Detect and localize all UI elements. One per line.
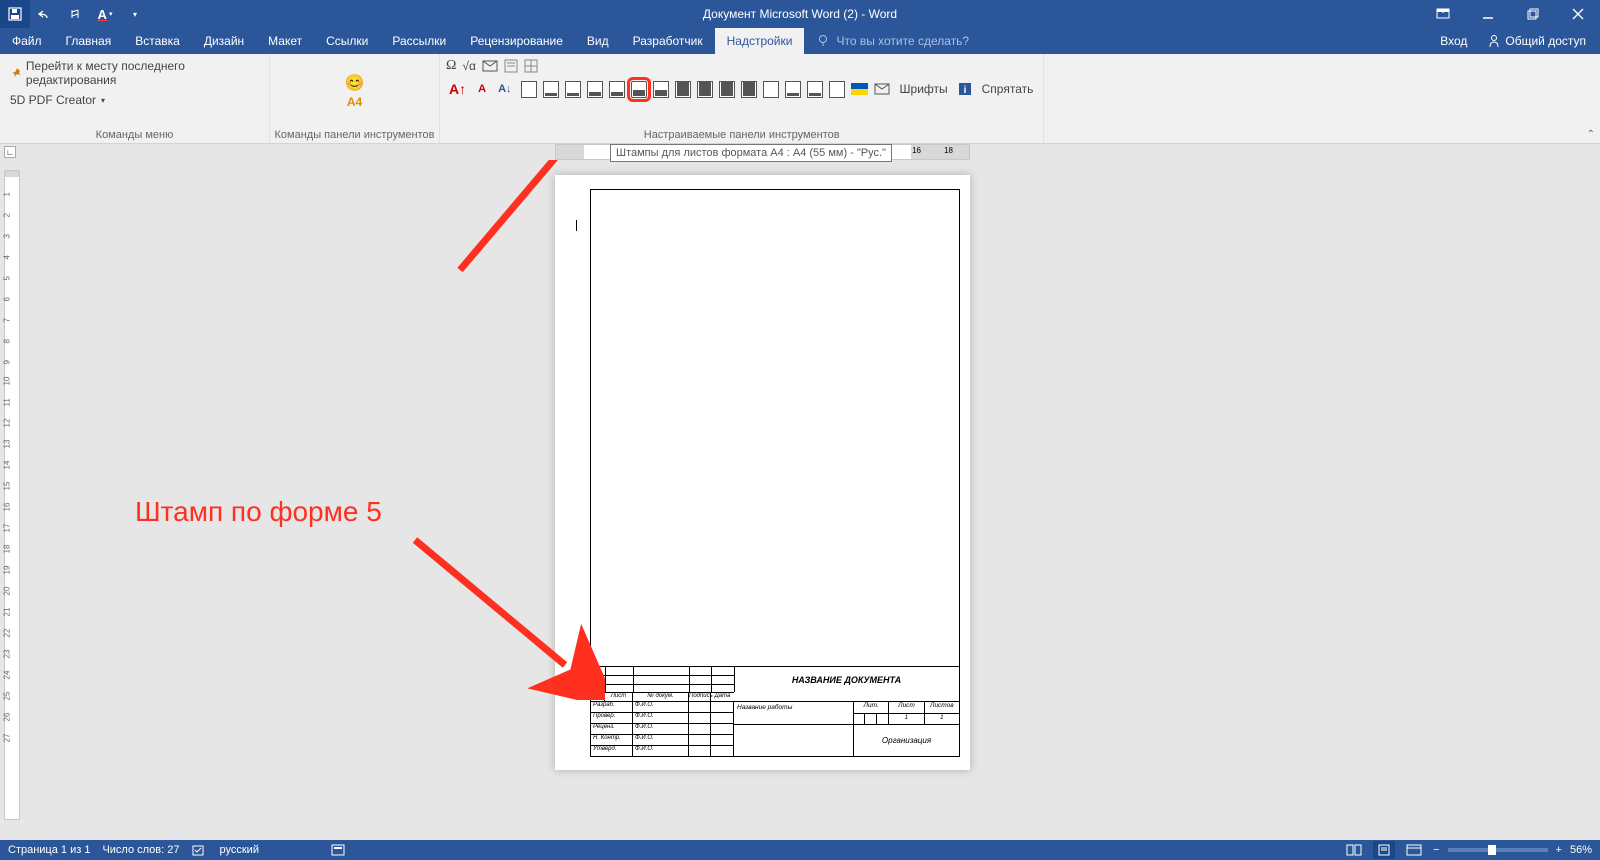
tab-layout[interactable]: Макет [256, 28, 314, 54]
table-icon[interactable] [524, 59, 538, 73]
sign-rows: Разраб.Ф.И.О. Провер.Ф.И.О. Реценз.Ф.И.О… [591, 701, 734, 756]
stamp-1[interactable] [543, 81, 559, 98]
document-page[interactable]: НАЗВАНИЕ ДОКУМЕНТА Изм. Лист № докум. По… [555, 175, 970, 770]
omega-icon[interactable]: Ω [446, 58, 456, 74]
tooltip: Штампы для листов формата А4 : А4 (55 мм… [610, 144, 892, 162]
fonts-button[interactable]: Шрифты [896, 80, 952, 98]
zoom-slider[interactable] [1448, 848, 1548, 852]
print-layout-button[interactable] [1373, 841, 1395, 859]
save-button[interactable] [0, 0, 30, 28]
sqrt-icon[interactable]: √α [462, 59, 476, 73]
stamp-5-highlighted[interactable] [631, 81, 647, 98]
title-bar: A▾ ▾ Документ Microsoft Word (2) - Word [0, 0, 1600, 28]
share-icon [1487, 34, 1501, 48]
flag-ua-icon[interactable] [851, 83, 868, 95]
title-block: НАЗВАНИЕ ДОКУМЕНТА Изм. Лист № докум. По… [591, 666, 959, 756]
tab-stop-selector[interactable]: ∟ [4, 146, 16, 158]
zoom-out-button[interactable]: − [1433, 844, 1439, 856]
envelope-icon[interactable] [482, 59, 498, 73]
redo-button[interactable] [60, 0, 90, 28]
tell-me-placeholder: Что вы хотите сделать? [836, 34, 969, 48]
ribbon-group-label: Команды панели инструментов [270, 127, 439, 143]
word-count[interactable]: Число слов: 27 [102, 844, 179, 856]
spellcheck-icon[interactable] [192, 843, 208, 857]
tab-insert[interactable]: Вставка [123, 28, 192, 54]
stamp-9[interactable] [719, 81, 735, 98]
stamp-14[interactable] [829, 81, 845, 98]
maximize-button[interactable] [1510, 0, 1555, 28]
ribbon: Перейти к месту последнего редактировани… [0, 54, 1600, 144]
share-button[interactable]: Общий доступ [1479, 28, 1594, 54]
info-icon[interactable]: i [958, 82, 972, 96]
close-button[interactable] [1555, 0, 1600, 28]
zoom-level[interactable]: 56% [1570, 844, 1592, 856]
window-controls [1420, 0, 1600, 28]
tell-me-search[interactable]: Что вы хотите сделать? [804, 28, 981, 54]
hide-button[interactable]: Спрятать [978, 80, 1038, 98]
vertical-ruler[interactable]: 1234567891011121314151617181920212223242… [4, 170, 20, 820]
minimize-button[interactable] [1465, 0, 1510, 28]
font-size-large[interactable]: A↑ [446, 80, 469, 98]
smiley-icon[interactable]: 😊 [345, 73, 365, 93]
annotation-text: Штамп по форме 5 [135, 496, 382, 528]
page-frame: НАЗВАНИЕ ДОКУМЕНТА Изм. Лист № докум. По… [590, 189, 960, 757]
font-color[interactable]: A↓ [495, 82, 514, 96]
stamp-11[interactable] [763, 81, 779, 98]
stamp-13[interactable] [807, 81, 823, 98]
lightbulb-icon [816, 34, 830, 48]
stamp-8[interactable] [697, 81, 713, 98]
stamp-4[interactable] [609, 81, 625, 98]
tab-references[interactable]: Ссылки [314, 28, 380, 54]
web-layout-button[interactable] [1403, 841, 1425, 859]
ribbon-group-label: Настраиваемые панели инструментов [440, 127, 1043, 143]
a4-button[interactable]: А4 [347, 95, 362, 109]
tab-mailings[interactable]: Рассылки [380, 28, 458, 54]
tab-developer[interactable]: Разработчик [621, 28, 715, 54]
stamp-blank[interactable] [521, 81, 537, 98]
pdf-creator-button[interactable]: 5D PDF Creator▾ [6, 91, 109, 109]
ribbon-display-options[interactable] [1420, 0, 1465, 28]
tab-design[interactable]: Дизайн [192, 28, 256, 54]
macro-icon[interactable] [331, 844, 345, 856]
stamp-12[interactable] [785, 81, 801, 98]
stamp-7[interactable] [675, 81, 691, 98]
tab-addins[interactable]: Надстройки [715, 28, 805, 54]
tab-view[interactable]: Вид [575, 28, 621, 54]
read-mode-button[interactable] [1343, 841, 1365, 859]
font-color-button[interactable]: A▾ [90, 0, 120, 28]
page-count[interactable]: Страница 1 из 1 [8, 844, 90, 856]
stamp-6[interactable] [653, 81, 669, 98]
quick-access-toolbar: A▾ ▾ [0, 0, 150, 28]
envelope-icon-2[interactable] [874, 83, 890, 95]
text-cursor [576, 220, 577, 231]
stamp-2[interactable] [565, 81, 581, 98]
ribbon-group-label: Команды меню [0, 127, 269, 143]
ribbon-tabs: Файл Главная Вставка Дизайн Макет Ссылки… [0, 28, 1600, 54]
tab-home[interactable]: Главная [54, 28, 124, 54]
window-title: Документ Microsoft Word (2) - Word [703, 7, 897, 21]
language[interactable]: русский [220, 844, 259, 856]
stamp-10[interactable] [741, 81, 757, 98]
svg-text:i: i [963, 85, 966, 96]
status-bar: Страница 1 из 1 Число слов: 27 русский −… [0, 840, 1600, 860]
zoom-in-button[interactable]: + [1556, 844, 1562, 856]
collapse-ribbon-button[interactable]: ⌃ [1587, 129, 1595, 140]
ref-icon[interactable] [504, 59, 518, 73]
tab-review[interactable]: Рецензирование [458, 28, 575, 54]
undo-button[interactable] [30, 0, 60, 28]
document-area: 1234567891011121314151617181920212223242… [0, 160, 1600, 840]
stamp-3[interactable] [587, 81, 603, 98]
goto-last-edit-button[interactable]: Перейти к месту последнего редактировани… [6, 57, 263, 89]
qat-customize-button[interactable]: ▾ [120, 0, 150, 28]
sign-in-button[interactable]: Вход [1428, 34, 1479, 48]
font-size-small[interactable]: A [475, 82, 489, 96]
tab-file[interactable]: Файл [0, 28, 54, 54]
pin-icon [10, 67, 23, 79]
doc-name: НАЗВАНИЕ ДОКУМЕНТА [734, 667, 959, 693]
